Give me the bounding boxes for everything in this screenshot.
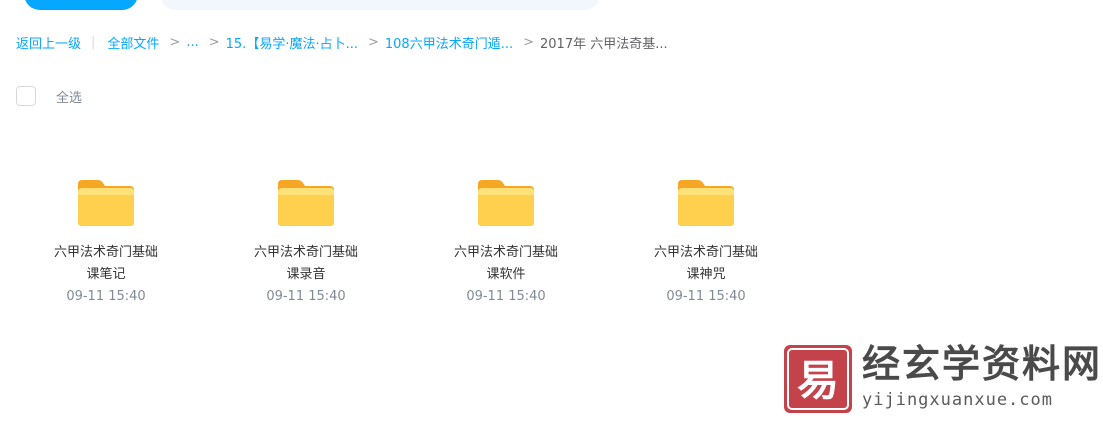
folder-item[interactable]: 六甲法术奇门基础 课笔记 09-11 15:40: [16, 170, 196, 304]
breadcrumb-separator: >: [208, 34, 220, 50]
folder-name-line2: 课软件: [486, 267, 526, 282]
folder-name-line1: 六甲法术奇门基础: [653, 245, 758, 260]
folder-name-line1: 六甲法术奇门基础: [53, 245, 158, 260]
folder-item[interactable]: 六甲法术奇门基础 课录音 09-11 15:40: [216, 170, 396, 304]
folder-icon: [78, 180, 134, 226]
file-browser: 返回上一级 | 全部文件 > ... > 15.【易学·魔法·占卜... > 1…: [0, 0, 1103, 441]
folder-item[interactable]: 六甲法术奇门基础 课神咒 09-11 15:40: [616, 170, 796, 304]
breadcrumb-divider: |: [91, 34, 96, 50]
breadcrumb-ellipsis-link[interactable]: ...: [186, 35, 198, 50]
folder-name[interactable]: 六甲法术奇门基础 课笔记: [31, 242, 181, 286]
watermark-badge-char: 易: [797, 356, 839, 405]
breadcrumb-back-link[interactable]: 返回上一级: [16, 33, 81, 52]
folder-name-line2: 课神咒: [686, 267, 726, 282]
watermark-title: 经玄学资料网: [862, 342, 1103, 386]
breadcrumb-separator: >: [367, 34, 379, 50]
folder-time: 09-11 15:40: [66, 289, 146, 304]
search-input[interactable]: [160, 0, 600, 10]
folder-name-line2: 课录音: [286, 267, 326, 282]
select-all-checkbox[interactable]: [16, 86, 36, 106]
breadcrumb-level1-link[interactable]: 15.【易学·魔法·占卜...: [226, 33, 358, 52]
folder-name[interactable]: 六甲法术奇门基础 课软件: [431, 242, 581, 286]
breadcrumb-separator: >: [523, 34, 535, 50]
folder-name[interactable]: 六甲法术奇门基础 课录音: [231, 242, 381, 286]
folder-name-line2: 课笔记: [86, 267, 126, 282]
breadcrumb-separator: >: [169, 34, 181, 50]
watermark-url: yijingxuanxue.com: [862, 390, 1053, 410]
breadcrumb: 返回上一级 | 全部文件 > ... > 15.【易学·魔法·占卜... > 1…: [16, 32, 668, 52]
select-all: 全选: [16, 86, 82, 106]
folder-icon: [678, 180, 734, 226]
folder-time: 09-11 15:40: [266, 289, 346, 304]
breadcrumb-all-files-link[interactable]: 全部文件: [107, 33, 159, 52]
folder-time: 09-11 15:40: [666, 289, 746, 304]
folder-item[interactable]: 六甲法术奇门基础 课软件 09-11 15:40: [416, 170, 596, 304]
upload-button[interactable]: [24, 0, 138, 10]
folder-icon: [278, 180, 334, 226]
watermark-logo-icon: 易: [784, 345, 852, 413]
folder-time: 09-11 15:40: [466, 289, 546, 304]
folder-icon: [478, 180, 534, 226]
folder-name[interactable]: 六甲法术奇门基础 课神咒: [631, 242, 781, 286]
select-all-label[interactable]: 全选: [56, 87, 82, 106]
breadcrumb-current: 2017年 六甲法奇基...: [540, 36, 668, 52]
breadcrumb-level2-link[interactable]: 108六甲法术奇门遁...: [385, 33, 513, 52]
folder-name-line1: 六甲法术奇门基础: [253, 245, 358, 260]
folder-name-line1: 六甲法术奇门基础: [453, 245, 558, 260]
